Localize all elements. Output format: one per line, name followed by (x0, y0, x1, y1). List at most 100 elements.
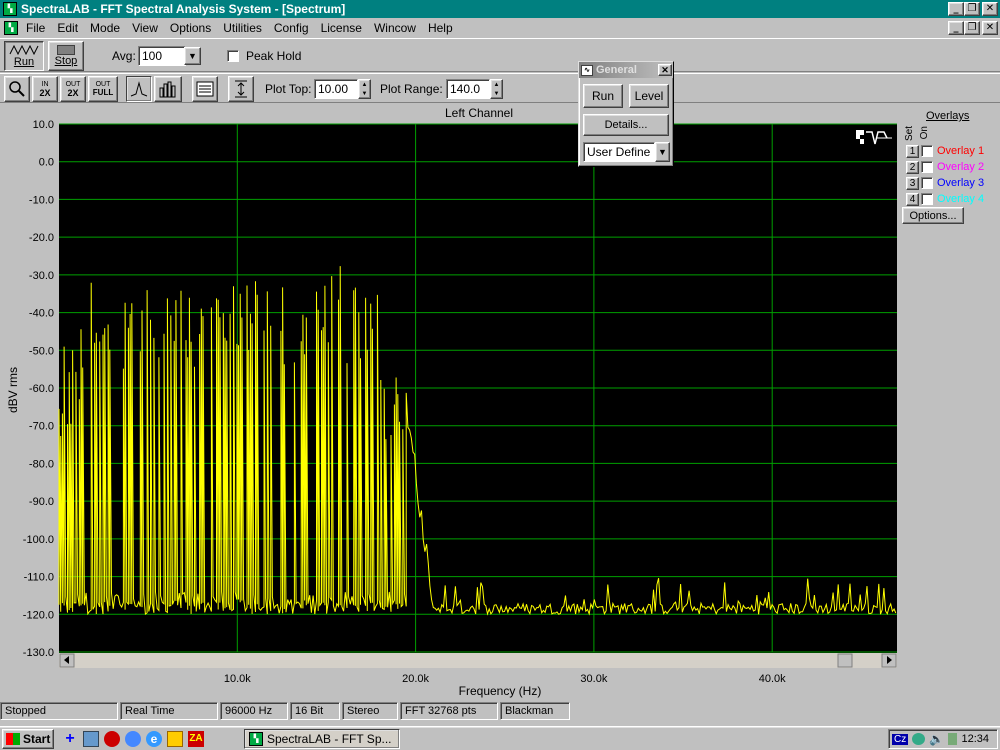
auto-scale-button[interactable] (228, 76, 254, 102)
panel-icon (196, 81, 214, 97)
y-tick-label: -100.0 (23, 534, 54, 546)
status-bar: Stopped Real Time 96000 Hz 16 Bit Stereo… (0, 702, 1000, 720)
overlay-num: 4 (909, 193, 916, 205)
overlays-title[interactable]: Overlays (926, 110, 969, 122)
overlay-set-button-1[interactable]: 1 (906, 144, 919, 158)
quick-launch-globe-icon[interactable] (125, 731, 141, 747)
palette-mode-dropdown[interactable]: ▼ (655, 142, 670, 162)
bar-plot-button[interactable] (154, 76, 182, 102)
tray-network-icon[interactable] (912, 733, 926, 745)
status-fft-size: FFT 32768 pts (400, 702, 498, 720)
plot-range-value: 140.0 (450, 82, 481, 96)
spin-down-icon: ▼ (493, 90, 500, 97)
overlay-row-4: 4 Overlay 4 (906, 191, 984, 207)
overlay-checkbox-3[interactable] (921, 177, 933, 189)
overlay-row-3: 3 Overlay 3 (906, 175, 984, 191)
quick-launch-network-icon[interactable] (83, 731, 99, 747)
taskbar-spectralab-button[interactable]: ▚ SpectraLAB - FFT Sp... (244, 729, 400, 749)
close-button[interactable]: ✕ (982, 2, 998, 16)
quick-launch-folder-icon[interactable] (167, 731, 183, 747)
zoom-full-bottom: FULL (92, 88, 114, 97)
quick-launch-ie-icon[interactable]: e (146, 731, 162, 747)
y-axis-ticks: 10.0 0.0 -10.0 -20.0 -30.0 -40.0 -50.0 -60.0 -70… (23, 119, 54, 659)
title-bar: ▚ SpectraLAB - FFT Spectral Analysis Sys… (0, 0, 1000, 18)
y-tick-label: -50.0 (29, 345, 54, 357)
volume-icon[interactable]: 🔈 (929, 732, 944, 746)
y-tick-label: -80.0 (29, 458, 54, 470)
peak-hold-checkbox[interactable] (227, 50, 239, 62)
h-scrollbar-track[interactable] (59, 653, 897, 668)
overlay-checkbox-1[interactable] (921, 145, 933, 157)
palette-close-button[interactable]: ✕ (658, 64, 672, 76)
menu-window[interactable]: Wincow (368, 21, 422, 35)
minimize-icon: _ (953, 3, 959, 14)
overlay-checkbox-2[interactable] (921, 161, 933, 173)
set-header: Set (904, 126, 915, 142)
y-tick-label: -120.0 (23, 609, 54, 621)
x-tick-label: 40.0k (759, 673, 786, 685)
doc-restore-button[interactable]: ❐ (964, 21, 980, 35)
plot-range-spinner[interactable]: ▲ ▼ (490, 79, 503, 99)
menu-view[interactable]: View (126, 21, 164, 35)
plot-top-label: Plot Top: (265, 82, 312, 96)
menu-config[interactable]: Config (268, 21, 315, 35)
menu-mode[interactable]: Mode (84, 21, 126, 35)
quick-launch-opera-icon[interactable] (104, 731, 120, 747)
windows-logo-icon (6, 733, 20, 745)
palette-mode-select[interactable]: User Define (583, 142, 655, 162)
restore-button[interactable]: ❐ (964, 2, 980, 16)
quick-launch-cross-icon[interactable]: + (62, 730, 78, 748)
zoom-tool-button[interactable] (4, 76, 30, 102)
avg-select[interactable]: 100 (138, 46, 186, 66)
doc-minimize-button[interactable]: _ (948, 21, 964, 35)
spectrum-chart[interactable]: Left Channel 10.0 0.0 -10.0 -20.0 -30.0 -40.0… (0, 104, 1000, 698)
scroll-thumb[interactable] (837, 653, 853, 668)
menu-utilities[interactable]: Utilities (217, 21, 268, 35)
palette-details-button[interactable]: Details... (583, 114, 669, 136)
menu-help[interactable]: Help (422, 21, 459, 35)
on-header: On (919, 126, 930, 140)
zoom-out-bottom: 2X (67, 88, 79, 98)
settings-panel-button[interactable] (192, 76, 218, 102)
plot-top-spinner[interactable]: ▲ ▼ (358, 79, 371, 99)
palette-run-button[interactable]: Run (583, 84, 623, 108)
quick-launch-za-icon[interactable]: ZA (188, 731, 204, 747)
palette-title-bar[interactable]: ∿ General ✕ (579, 62, 673, 78)
palette-level-button[interactable]: Level (629, 84, 669, 108)
document-icon[interactable]: ▚ (4, 21, 18, 35)
line-plot-button[interactable] (126, 76, 152, 102)
start-button[interactable]: Start (2, 729, 54, 749)
plot-top-input[interactable]: 10.00 (314, 79, 358, 99)
run-button[interactable]: Run (4, 41, 44, 71)
menu-edit[interactable]: Edit (51, 21, 84, 35)
app-icon: ▚ (249, 732, 263, 746)
stop-button[interactable]: Stop (48, 41, 84, 71)
doc-close-button[interactable]: ✕ (982, 21, 998, 35)
zoom-in-2x-button[interactable]: IN 2X (32, 76, 58, 102)
menu-file[interactable]: File (20, 21, 51, 35)
overlay-set-button-3[interactable]: 3 (906, 176, 919, 190)
overlay-checkbox-4[interactable] (921, 193, 933, 205)
minimize-button[interactable]: _ (948, 2, 964, 16)
magnifier-icon (9, 81, 25, 97)
plot-range-input[interactable]: 140.0 (446, 79, 490, 99)
app-icon[interactable]: ▚ (3, 2, 17, 16)
overlay-options-button[interactable]: Options... (902, 207, 964, 224)
zoom-full-button[interactable]: OUT FULL (88, 76, 118, 102)
overlay-label-2: Overlay 2 (937, 161, 985, 173)
chevron-down-icon: ▼ (188, 51, 197, 61)
menu-license[interactable]: License (315, 21, 368, 35)
zoom-out-2x-button[interactable]: OUT 2X (60, 76, 86, 102)
avg-value: 100 (142, 49, 163, 63)
plot-range-label: Plot Range: (380, 82, 443, 96)
overlay-set-button-2[interactable]: 2 (906, 160, 919, 174)
quick-launch: + e ZA (62, 730, 204, 748)
tray-app-icon[interactable] (948, 733, 958, 745)
avg-dropdown-button[interactable]: ▼ (184, 47, 201, 65)
overlay-set-button-4[interactable]: 4 (906, 192, 919, 206)
menu-options[interactable]: Options (164, 21, 217, 35)
x-axis-label: Frequency (Hz) (459, 684, 542, 698)
y-tick-label: -90.0 (29, 496, 54, 508)
language-indicator[interactable]: Cz (892, 733, 909, 745)
overlay-num: 3 (909, 177, 916, 189)
